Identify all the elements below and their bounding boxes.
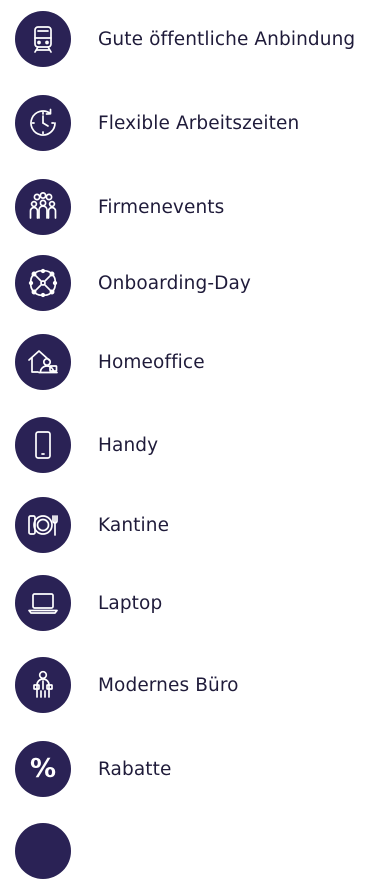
smartphone-icon (15, 417, 71, 473)
benefit-label: Homeoffice (98, 351, 205, 373)
benefit-canteen: Kantine (15, 497, 169, 553)
benefit-public-transport: Gute öffentliche Anbindung (15, 11, 355, 67)
benefit-label: Flexible Arbeitszeiten (98, 112, 300, 134)
benefit-label: Kantine (98, 514, 170, 536)
laptop-icon (15, 575, 71, 631)
train-icon (15, 11, 71, 67)
percent-symbol: % (29, 754, 57, 784)
group-icon (15, 179, 71, 235)
percent-icon: % (15, 741, 71, 797)
benefit-partial (15, 823, 71, 879)
plate-cutlery-icon (15, 497, 71, 553)
benefit-label: Firmenevents (98, 196, 225, 218)
benefit-label: Modernes Büro (98, 674, 239, 696)
benefit-label: Gute öffentliche Anbindung (98, 28, 356, 50)
network-icon (15, 255, 71, 311)
benefit-home-office: Homeoffice (15, 334, 205, 390)
benefit-label: Rabatte (98, 758, 172, 780)
benefit-phone: Handy (15, 417, 158, 473)
benefit-discounts: % Rabatte (15, 741, 171, 797)
benefit-label: Onboarding-Day (98, 272, 251, 294)
benefit-label: Handy (98, 434, 159, 456)
benefit-onboarding-day: Onboarding-Day (15, 255, 251, 311)
benefit-modern-office: Modernes Büro (15, 657, 239, 713)
benefit-company-events: Firmenevents (15, 179, 224, 235)
partial-badge (15, 823, 71, 879)
benefit-laptop: Laptop (15, 575, 162, 631)
benefit-label: Laptop (98, 592, 163, 614)
home-office-icon (15, 334, 71, 390)
benefit-flexible-hours: Flexible Arbeitszeiten (15, 95, 299, 151)
benefits-list: Gute öffentliche Anbindung Flexible Arbe… (0, 0, 390, 879)
office-person-icon (15, 657, 71, 713)
clock-icon (15, 95, 71, 151)
